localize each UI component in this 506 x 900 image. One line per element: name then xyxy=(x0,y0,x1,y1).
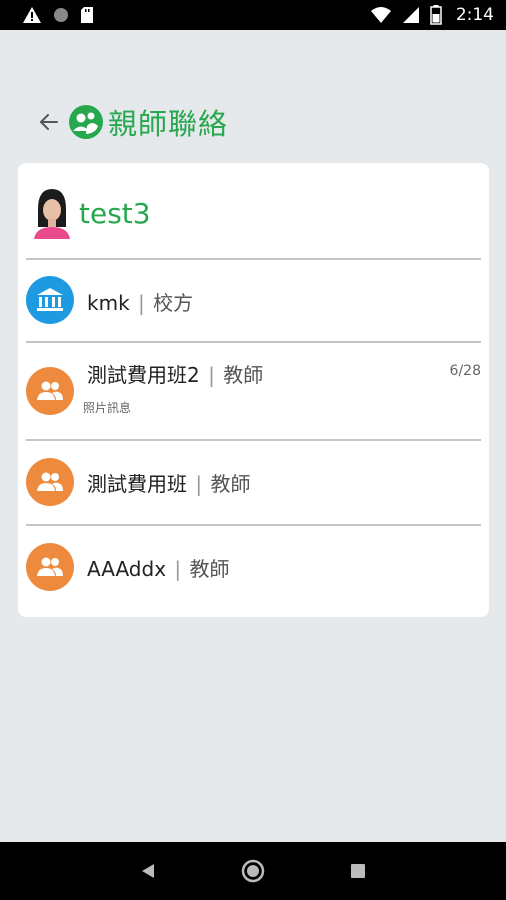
current-user-row: test3 xyxy=(18,163,489,258)
separator: | xyxy=(195,472,203,496)
system-nav-bar xyxy=(0,842,506,900)
separator: | xyxy=(138,291,145,315)
status-bar: 2:14 xyxy=(0,0,506,30)
status-bar-right: 2:14 xyxy=(370,5,494,25)
group-icon-badge xyxy=(26,458,74,506)
avatar xyxy=(32,187,72,239)
parent-teacher-logo-icon xyxy=(69,105,103,139)
user-name: test3 xyxy=(79,197,151,230)
group-icon xyxy=(37,472,63,491)
clock-time: 2:14 xyxy=(455,5,494,25)
contacts-card: test3 kmk | 校方 測試費用班2 | 教師 照片訊息 6/28 測試費… xyxy=(18,163,489,617)
page-header: 親師聯絡 xyxy=(36,100,228,144)
contact-name: AAAddx xyxy=(87,557,167,581)
back-triangle-icon xyxy=(141,864,154,878)
group-icon-badge xyxy=(26,367,74,415)
group-icon xyxy=(37,557,63,576)
signal-icon xyxy=(402,7,419,23)
nav-back-button[interactable] xyxy=(133,856,163,886)
sd-card-icon xyxy=(81,7,93,23)
contact-title: 測試費用班2 | 教師 xyxy=(87,359,263,388)
school-icon-badge xyxy=(26,276,74,324)
warning-icon xyxy=(23,7,41,23)
contact-role: 校方 xyxy=(153,291,194,315)
list-item-class-2[interactable]: 測試費用班2 | 教師 照片訊息 6/28 xyxy=(18,343,489,439)
home-circle-icon xyxy=(241,859,265,883)
contact-name: 測試費用班 xyxy=(87,472,187,496)
list-item-aaaddx[interactable]: AAAddx | 教師 xyxy=(18,526,489,610)
record-icon xyxy=(54,8,68,22)
contact-title: 測試費用班 | 教師 xyxy=(87,468,250,497)
contact-name: 測試費用班2 xyxy=(87,363,200,387)
recents-square-icon xyxy=(351,864,366,878)
list-item-kmk[interactable]: kmk | 校方 xyxy=(18,260,489,341)
back-button[interactable] xyxy=(36,109,62,135)
arrow-left-icon xyxy=(40,114,58,130)
school-building-icon xyxy=(37,288,63,311)
last-message-preview: 照片訊息 xyxy=(83,401,132,415)
contact-role: 教師 xyxy=(189,557,230,581)
battery-icon xyxy=(430,5,442,25)
page-title: 親師聯絡 xyxy=(108,107,229,141)
contact-role: 教師 xyxy=(210,472,251,496)
contact-title: AAAddx | 教師 xyxy=(87,553,230,582)
separator: | xyxy=(208,363,215,387)
group-icon-badge xyxy=(26,543,74,591)
status-bar-left xyxy=(22,6,94,24)
contact-name: kmk xyxy=(87,291,130,315)
read-count: 6/28 xyxy=(449,363,481,379)
nav-home-button[interactable] xyxy=(238,856,268,886)
nav-recents-button[interactable] xyxy=(343,856,373,886)
contact-role: 教師 xyxy=(223,363,264,387)
separator: | xyxy=(174,557,182,581)
contact-title: kmk | 校方 xyxy=(87,287,193,316)
wifi-icon xyxy=(370,7,391,23)
list-item-class[interactable]: 測試費用班 | 教師 xyxy=(18,441,489,524)
group-icon xyxy=(37,381,63,400)
